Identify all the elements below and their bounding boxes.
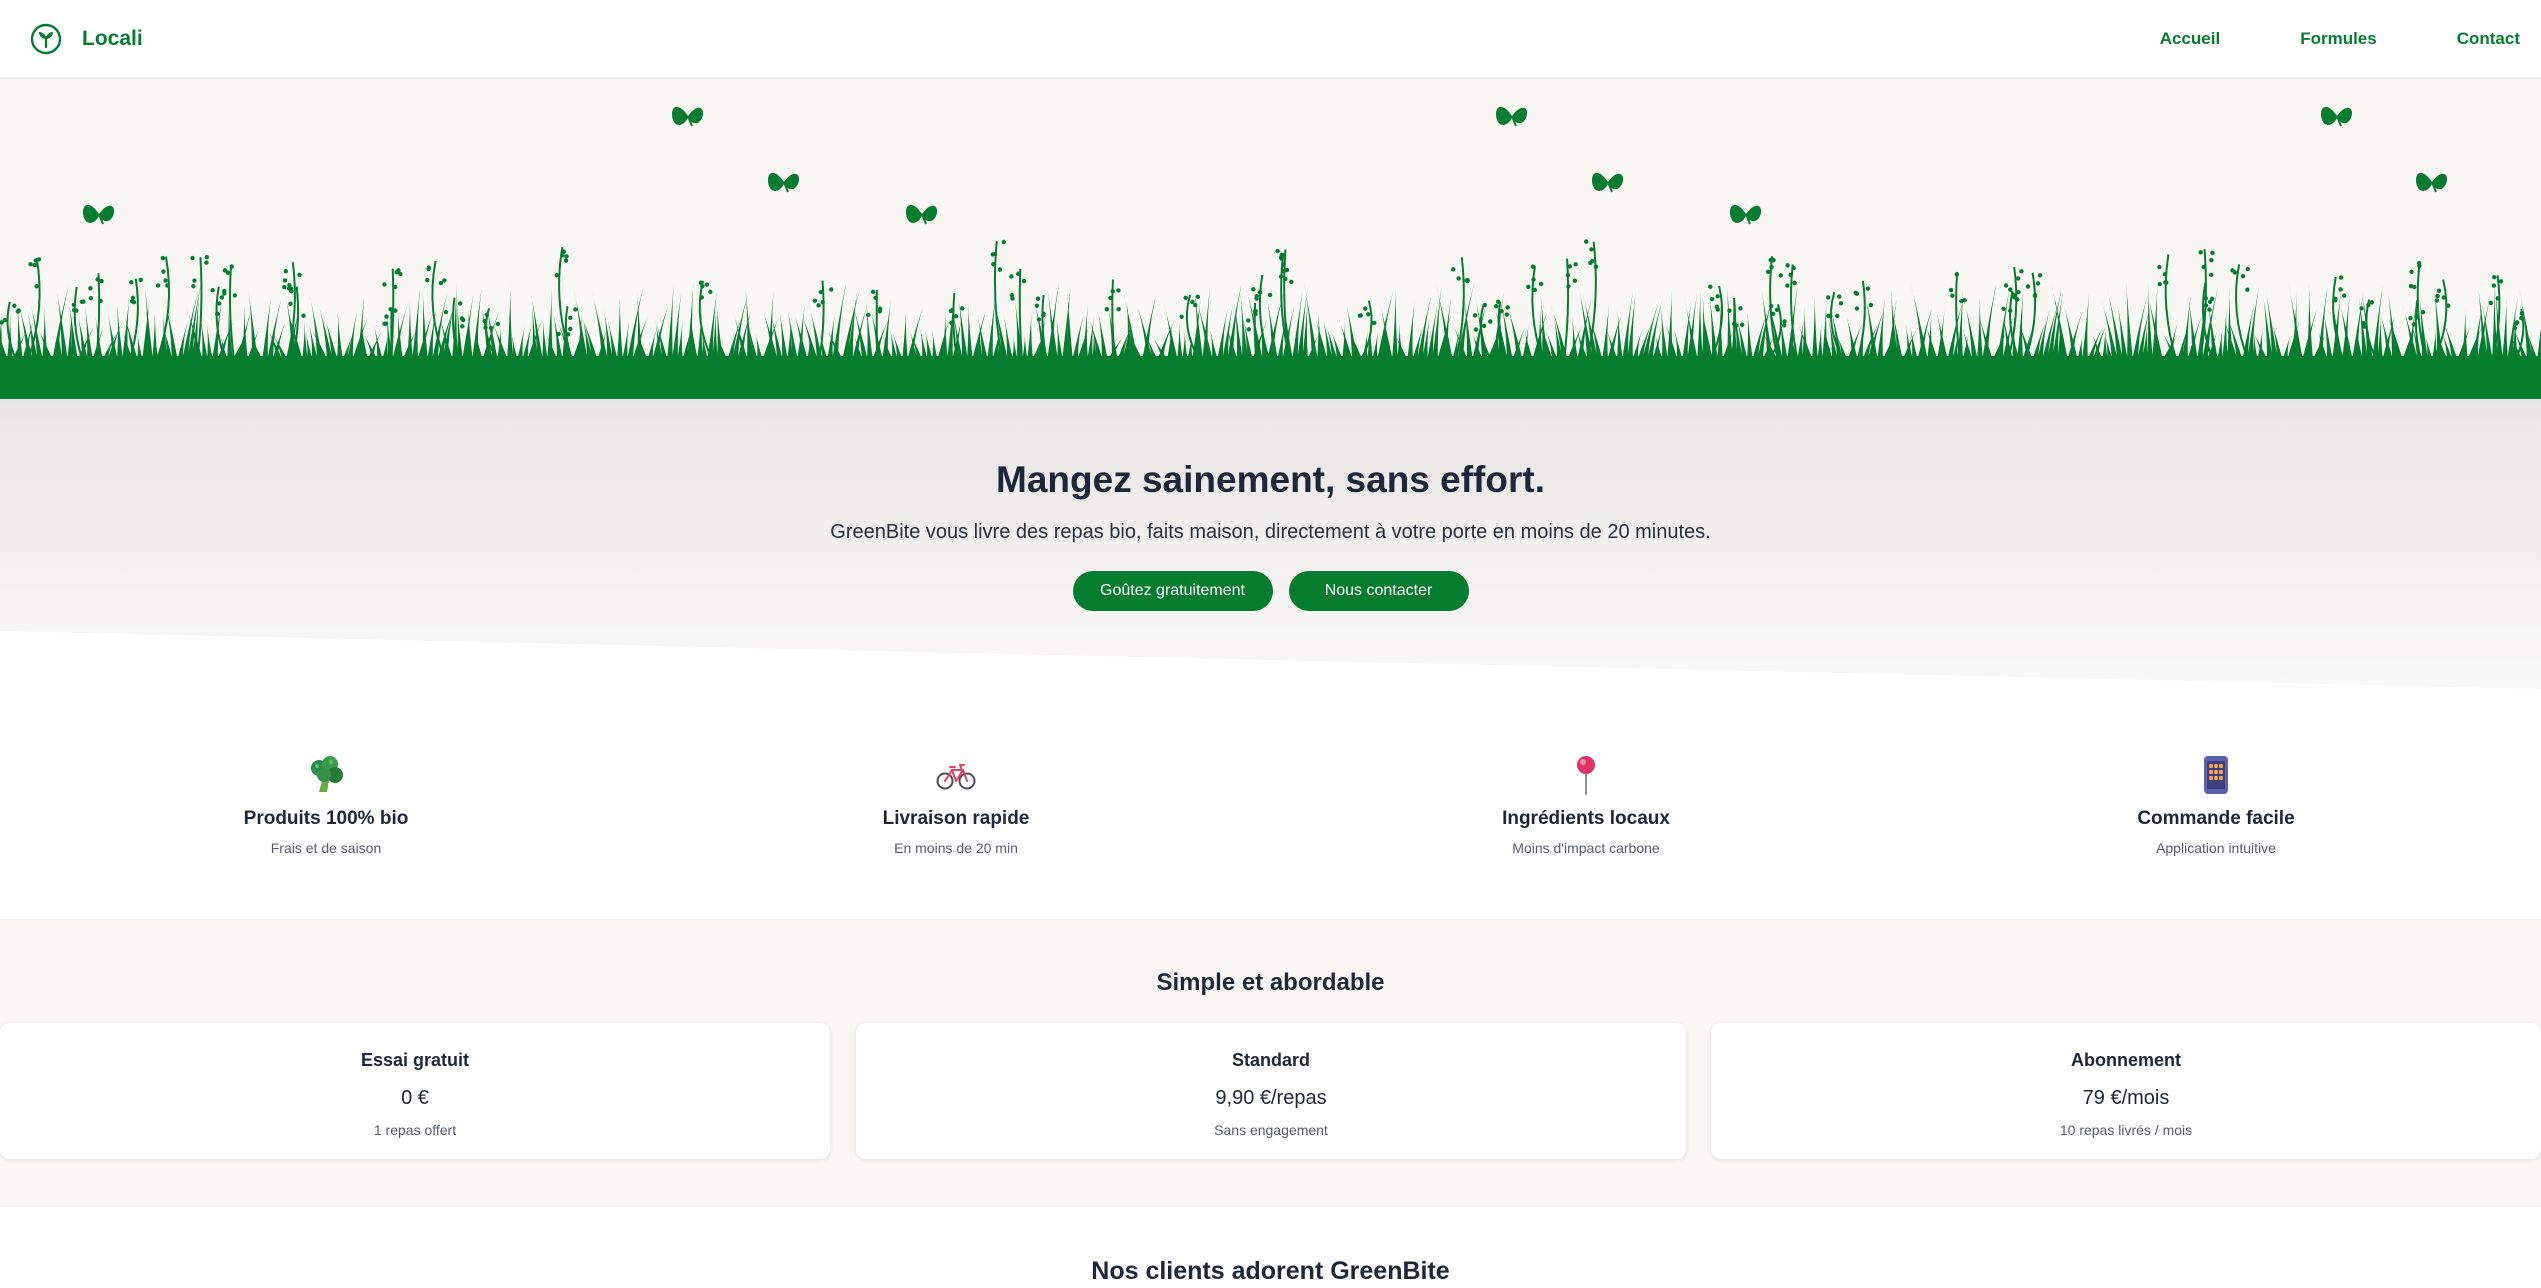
nav-link-formules[interactable]: Formules xyxy=(2300,29,2377,49)
testimonials-title: Nos clients adorent GreenBite xyxy=(1091,1257,1450,1285)
plan-note: Sans engagement xyxy=(1214,1122,1328,1138)
try-free-button[interactable]: Goûtez gratuitement xyxy=(1072,571,1273,611)
plan-card-free[interactable]: Essai gratuit 0 € 1 repas offert xyxy=(0,1023,830,1159)
feature-title: Livraison rapide xyxy=(882,808,1030,829)
meadow-banner xyxy=(0,79,2541,399)
hero-title: Mangez sainement, sans effort. xyxy=(996,459,1545,500)
brand-name: Locali xyxy=(82,26,143,50)
butterfly-icon xyxy=(1729,204,1762,225)
hero-slope-shape xyxy=(0,631,2541,699)
nav-link-accueil[interactable]: Accueil xyxy=(2160,29,2220,49)
top-navbar: Locali Accueil Formules Contact xyxy=(0,0,2541,79)
feature-subtitle: Application intuitive xyxy=(2156,840,2276,856)
plan-price: 79 €/mois xyxy=(2082,1087,2170,1109)
plan-note: 1 repas offert xyxy=(373,1122,457,1138)
contact-button[interactable]: Nous contacter xyxy=(1288,571,1469,611)
butterfly-icon xyxy=(2320,106,2353,127)
butterfly-icon xyxy=(1495,106,1528,127)
feature-title: Ingrédients locaux xyxy=(1502,808,1670,829)
feature-subtitle: Moins d'impact carbone xyxy=(1512,840,1660,856)
brand-link[interactable]: Locali xyxy=(30,23,143,55)
butterfly-icon xyxy=(1591,172,1624,193)
nav-link-contact[interactable]: Contact xyxy=(2457,29,2520,49)
feature-subtitle: En moins de 20 min xyxy=(894,840,1018,856)
pricing-title: Simple et abordable xyxy=(1156,969,1385,996)
main-nav: Accueil Formules Contact xyxy=(2080,29,2520,49)
plan-note: 10 repas livrés / mois xyxy=(2059,1122,2193,1138)
phone-icon xyxy=(2204,756,2228,794)
plan-card-standard[interactable]: Standard 9,90 €/repas Sans engagement xyxy=(856,1023,1686,1159)
butterfly-icon xyxy=(671,106,704,127)
feature-item: Commande facile Application intuitive xyxy=(2066,754,2366,856)
feature-item: Ingrédients locaux Moins d'impact carbon… xyxy=(1436,754,1736,856)
plan-name: Essai gratuit xyxy=(360,1050,470,1070)
plan-price: 9,90 €/repas xyxy=(1215,1087,1327,1109)
features-section: Produits 100% bio Frais et de saison Liv… xyxy=(0,720,2541,920)
feature-subtitle: Frais et de saison xyxy=(270,840,382,856)
feature-title: Produits 100% bio xyxy=(243,808,409,829)
feature-item: Livraison rapide En moins de 20 min xyxy=(806,754,1106,856)
hero-actions: Goûtez gratuitement Nous contacter xyxy=(0,571,2541,611)
butterfly-icon xyxy=(905,204,938,225)
meadow-illustration xyxy=(0,106,2541,399)
hero-subtitle: GreenBite vous livre des repas bio, fait… xyxy=(830,521,1711,543)
broccoli-icon xyxy=(311,756,343,792)
pricing-section: Simple et abordable Essai gratuit 0 € 1 … xyxy=(0,919,2541,1207)
butterfly-icon xyxy=(767,172,800,193)
pin-icon xyxy=(1577,756,1595,795)
feature-item: Produits 100% bio Frais et de saison xyxy=(176,754,476,856)
butterfly-icon xyxy=(2415,172,2448,193)
feature-title: Commande facile xyxy=(2137,808,2295,829)
plan-name: Abonnement xyxy=(2071,1050,2181,1070)
butterfly-icon xyxy=(82,204,115,225)
plan-name: Standard xyxy=(1231,1050,1310,1070)
hero-section: Mangez sainement, sans effort. GreenBite… xyxy=(0,399,2541,699)
bicycle-icon xyxy=(936,764,976,790)
plan-card-subscription[interactable]: Abonnement 79 €/mois 10 repas livrés / m… xyxy=(1711,1023,2541,1159)
sprout-logo-icon xyxy=(30,23,62,54)
testimonials-section: Nos clients adorent GreenBite xyxy=(0,1207,2541,1288)
plan-price: 0 € xyxy=(401,1087,429,1109)
